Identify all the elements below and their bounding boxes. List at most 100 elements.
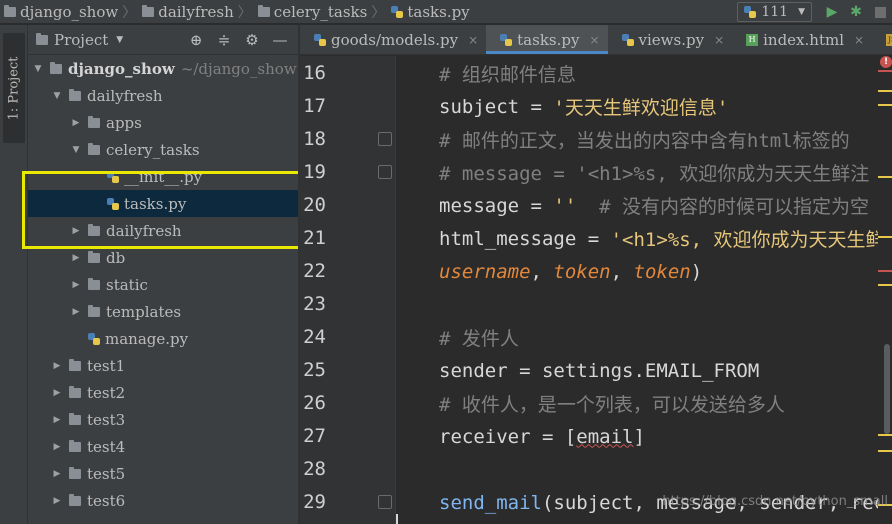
tree-item[interactable]: ▶ test6 bbox=[28, 487, 298, 514]
close-icon[interactable]: × bbox=[854, 33, 864, 47]
run-configuration-select[interactable]: 111 ▼ bbox=[737, 2, 812, 22]
code-token: email bbox=[576, 425, 634, 448]
breadcrumb-celery-tasks[interactable]: celery_tasks bbox=[254, 3, 370, 21]
chevron-right-icon[interactable]: ▶ bbox=[70, 253, 82, 263]
error-icon[interactable]: ! bbox=[880, 56, 892, 68]
stripe-marker[interactable] bbox=[878, 236, 892, 238]
stripe-marker[interactable] bbox=[878, 434, 892, 436]
code-token: sender bbox=[439, 359, 520, 382]
code-line[interactable]: username, token, token) bbox=[300, 255, 892, 288]
gear-icon[interactable]: ⚙ bbox=[238, 31, 266, 49]
tree-item[interactable]: ▶ test4 bbox=[28, 433, 298, 460]
hide-icon[interactable]: — bbox=[266, 31, 294, 49]
chevron-right-icon[interactable]: ▶ bbox=[70, 280, 82, 290]
chevron-down-icon[interactable]: ▼ bbox=[32, 64, 44, 74]
tree-item[interactable]: ▶ templates bbox=[28, 298, 298, 325]
chevron-right-icon[interactable]: ▶ bbox=[70, 226, 82, 236]
code-editor[interactable]: 16 17 18 19 20 21 22 23 24 25 26 27 28 29 send_mail (su… bbox=[300, 56, 892, 524]
chevron-right-icon[interactable]: ▶ bbox=[51, 496, 63, 506]
code-token: receiver bbox=[439, 425, 542, 448]
python-file-icon bbox=[391, 5, 404, 18]
tree-item[interactable]: ▶ apps bbox=[28, 109, 298, 136]
scrollbar-thumb[interactable] bbox=[884, 344, 890, 434]
debug-button[interactable]: ✱ bbox=[844, 0, 868, 24]
locate-icon[interactable]: ⊕ bbox=[182, 31, 210, 49]
stripe-marker[interactable] bbox=[878, 284, 892, 286]
tree-item[interactable]: manage.py bbox=[28, 325, 298, 352]
bug-icon: ✱ bbox=[850, 4, 862, 20]
breadcrumb-dailyfresh[interactable]: dailyfresh bbox=[138, 3, 236, 21]
code-line[interactable]: # 邮件的正文，当发出的内容中含有html标签的 bbox=[300, 123, 892, 156]
stripe-marker[interactable] bbox=[878, 270, 892, 272]
tree-item[interactable]: __init__.py bbox=[28, 163, 298, 190]
stripe-marker[interactable] bbox=[878, 90, 892, 92]
tree-item[interactable]: ▼ django_show ~/django_show bbox=[28, 55, 298, 82]
tree-item[interactable]: ▼ celery_tasks bbox=[28, 136, 298, 163]
code-line[interactable]: receiver = [email] bbox=[300, 420, 892, 453]
tree-item-label: templates bbox=[106, 302, 182, 321]
editor-tab[interactable]: tasks.py × bbox=[486, 25, 608, 54]
chevron-right-icon[interactable]: ▶ bbox=[70, 118, 82, 128]
code-line[interactable]: subject = '天天生鲜欢迎信息' bbox=[300, 90, 892, 123]
breadcrumb-label: celery_tasks bbox=[273, 2, 368, 21]
tree-item[interactable]: ▶ test1 bbox=[28, 352, 298, 379]
stripe-marker[interactable] bbox=[878, 104, 892, 106]
code-token: ] bbox=[633, 425, 645, 448]
stop-button[interactable] bbox=[868, 0, 892, 24]
chevron-down-icon[interactable]: ▼ bbox=[51, 91, 63, 101]
editor-tab[interactable]: views.py × bbox=[608, 25, 733, 54]
folder-icon bbox=[50, 61, 62, 74]
code-line[interactable]: message = '' # 没有内容的时候可以指定为空 bbox=[300, 189, 892, 222]
close-icon[interactable]: × bbox=[468, 33, 478, 47]
chevron-right-icon[interactable]: ▶ bbox=[70, 307, 82, 317]
collapse-all-icon[interactable]: ≑ bbox=[210, 31, 238, 49]
chevron-right-icon[interactable]: ▶ bbox=[51, 361, 63, 371]
tree-item[interactable]: ▶ test5 bbox=[28, 460, 298, 487]
tree-item[interactable]: ▶ test2 bbox=[28, 379, 298, 406]
chevron-right-icon[interactable]: ▶ bbox=[51, 442, 63, 452]
run-button[interactable]: ▶ bbox=[820, 0, 844, 24]
code-line[interactable] bbox=[300, 288, 892, 321]
breadcrumb-tasks-py[interactable]: tasks.py bbox=[387, 3, 471, 21]
code-token: # 组织邮件信息 bbox=[439, 64, 576, 86]
editor-tab[interactable]: Hindex.html × bbox=[732, 25, 872, 54]
project-tree: ▼ django_show ~/django_show ▼ dailyfresh ▶ app… bbox=[22, 55, 302, 514]
code-line[interactable] bbox=[300, 453, 892, 486]
editor-tab[interactable]: goods/models.py × bbox=[300, 25, 486, 54]
code-token: html_message bbox=[439, 227, 588, 250]
close-icon[interactable]: × bbox=[589, 33, 599, 47]
tree-item-label: tasks.py bbox=[124, 194, 187, 213]
error-stripe[interactable]: ! bbox=[878, 56, 892, 524]
stripe-marker[interactable] bbox=[878, 176, 892, 178]
chevron-down-icon[interactable]: ▼ bbox=[70, 145, 82, 155]
tree-item[interactable]: ▶ db bbox=[28, 244, 298, 271]
tree-item[interactable]: ▶ static bbox=[28, 271, 298, 298]
stripe-marker[interactable] bbox=[878, 70, 892, 72]
close-icon[interactable]: × bbox=[714, 33, 724, 47]
stripe-marker[interactable] bbox=[878, 450, 892, 452]
code-line[interactable]: # 发件人 bbox=[300, 321, 892, 354]
folder-icon bbox=[69, 358, 81, 371]
project-tool-tab-label: 1: Project bbox=[6, 56, 22, 120]
code-line[interactable]: html_message = '<h1>%s, 欢迎你成为天天生鲜 bbox=[300, 222, 892, 255]
project-tool-tab[interactable]: 1: Project bbox=[3, 33, 25, 143]
code-line[interactable]: # 收件人，是一个列表，可以发送给多人 bbox=[300, 387, 892, 420]
chevron-right-icon[interactable]: ▶ bbox=[51, 388, 63, 398]
project-panel-title[interactable]: Project bbox=[54, 31, 108, 49]
tree-item[interactable]: ▶ test3 bbox=[28, 406, 298, 433]
editor-tab-overflow[interactable]: JS bbox=[872, 25, 892, 54]
chevron-right-icon[interactable]: ▶ bbox=[51, 469, 63, 479]
code-token: username bbox=[439, 260, 531, 283]
tree-item[interactable]: tasks.py bbox=[28, 190, 298, 217]
breadcrumb-django-show[interactable]: django_show bbox=[0, 3, 120, 21]
run-configuration-label: 111 bbox=[761, 4, 789, 20]
code-line[interactable]: sender = settings.EMAIL_FROM bbox=[300, 354, 892, 387]
python-icon bbox=[744, 6, 757, 18]
code-line[interactable]: # 组织邮件信息 bbox=[300, 57, 892, 90]
chevron-right-icon[interactable]: ▶ bbox=[51, 415, 63, 425]
code-line[interactable]: # message = '<h1>%s, 欢迎你成为天天生鲜注 bbox=[300, 156, 892, 189]
tree-item[interactable]: ▶ dailyfresh bbox=[28, 217, 298, 244]
tree-item[interactable]: ▼ dailyfresh bbox=[28, 82, 298, 109]
chevron-down-icon[interactable]: ▼ bbox=[116, 35, 123, 45]
folder-icon bbox=[69, 493, 81, 506]
